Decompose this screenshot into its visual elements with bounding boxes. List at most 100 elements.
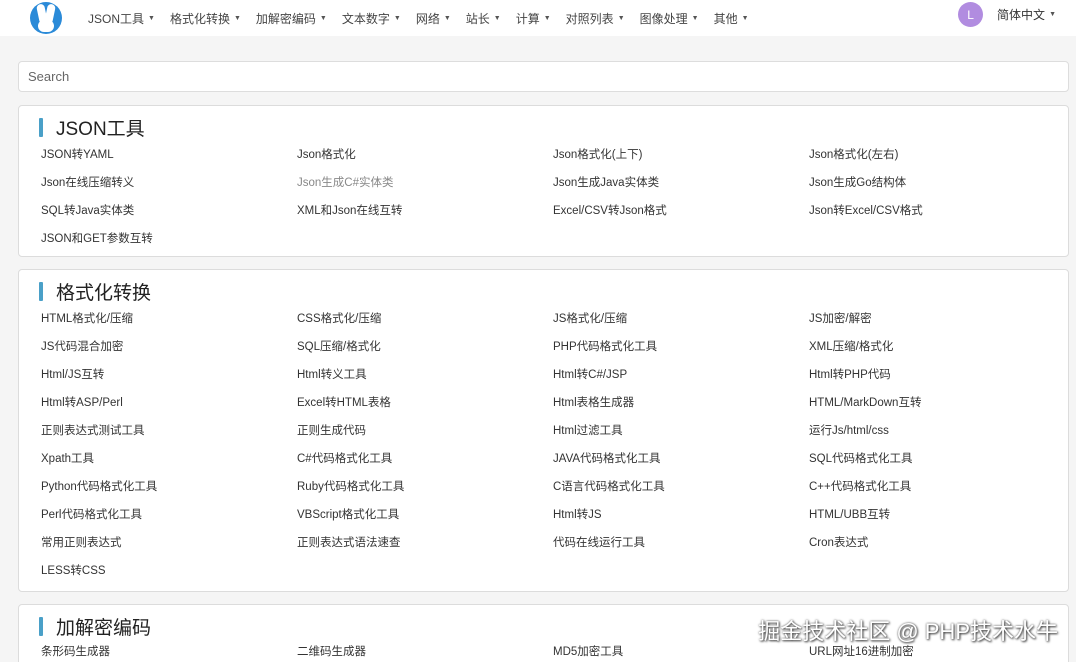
menu-other[interactable]: 其他 ▼ xyxy=(714,10,749,27)
caret-down-icon: ▼ xyxy=(1049,11,1056,18)
menu-json-tools[interactable]: JSON工具 ▼ xyxy=(88,10,155,27)
tool-link[interactable]: HTML/UBB互转 xyxy=(809,506,890,522)
tool-link[interactable]: HTML/MarkDown互转 xyxy=(809,394,921,410)
tool-link[interactable]: JSON和GET参数互转 xyxy=(41,230,153,246)
menu-network[interactable]: 网络 ▼ xyxy=(416,10,451,27)
section-title: JSON工具 xyxy=(39,114,145,141)
tool-link[interactable]: Python代码格式化工具 xyxy=(41,478,157,494)
tool-link[interactable]: Json生成C#实体类 xyxy=(297,174,394,190)
tool-link[interactable]: XML压缩/格式化 xyxy=(809,338,893,354)
tool-link[interactable]: Html转ASP/Perl xyxy=(41,394,123,410)
user-avatar[interactable]: L xyxy=(958,2,984,27)
tool-link[interactable]: Json格式化(上下) xyxy=(553,146,642,162)
menu-label: 其他 xyxy=(713,11,738,26)
tool-link[interactable]: MD5加密工具 xyxy=(553,643,623,659)
tool-link[interactable]: 条形码生成器 xyxy=(41,643,110,659)
language-label: 简体中文 xyxy=(997,8,1046,22)
title-accent-bar xyxy=(39,282,43,301)
tool-link[interactable]: Cron表达式 xyxy=(809,534,868,550)
tool-link[interactable]: 正则表达式测试工具 xyxy=(41,422,145,438)
menu-label: 计算 xyxy=(515,11,540,26)
tool-link[interactable]: HTML格式化/压缩 xyxy=(41,310,133,326)
tool-link[interactable]: Perl代码格式化工具 xyxy=(41,506,142,522)
tool-link[interactable]: C语言代码格式化工具 xyxy=(553,478,665,494)
tool-link[interactable]: Excel/CSV转Json格式 xyxy=(553,202,667,218)
tool-link[interactable]: Json生成Java实体类 xyxy=(553,174,659,190)
menu-label: 加解密编码 xyxy=(255,11,316,26)
tool-link[interactable]: Html转义工具 xyxy=(297,366,367,382)
caret-down-icon: ▼ xyxy=(617,14,625,22)
tool-link[interactable]: JAVA代码格式化工具 xyxy=(553,450,661,466)
menu-format-convert[interactable]: 格式化转换 ▼ xyxy=(170,10,241,27)
tool-link[interactable]: JS格式化/压缩 xyxy=(553,310,627,326)
site-logo[interactable] xyxy=(30,2,62,34)
tool-link[interactable]: 二维码生成器 xyxy=(297,643,366,659)
tool-link[interactable]: SQL压缩/格式化 xyxy=(297,338,381,354)
nav-right: L 简体中文 ▼ xyxy=(958,2,1056,27)
main-menu: JSON工具 ▼ 格式化转换 ▼ 加解密编码 ▼ 文本数字 ▼ 网络 ▼ 站长 ▼ 计算 ▼ … xyxy=(88,10,764,27)
tool-link[interactable]: 代码在线运行工具 xyxy=(553,534,645,550)
caret-down-icon: ▼ xyxy=(443,14,451,22)
tool-link[interactable]: Ruby代码格式化工具 xyxy=(297,478,404,494)
title-accent-bar xyxy=(39,617,43,636)
caret-down-icon: ▼ xyxy=(741,14,749,22)
section-title-text: 格式化转换 xyxy=(56,283,152,304)
tool-link[interactable]: Json在线压缩转义 xyxy=(41,174,134,190)
menu-label: 格式化转换 xyxy=(169,11,230,26)
tool-link[interactable]: XML和Json在线互转 xyxy=(297,202,402,218)
section-title: 格式化转换 xyxy=(39,278,151,305)
tool-link[interactable]: 运行Js/html/css xyxy=(809,422,889,438)
tool-link[interactable]: Excel转HTML表格 xyxy=(297,394,391,410)
menu-webmaster[interactable]: 站长 ▼ xyxy=(466,10,501,27)
section-json-tools: JSON工具 JSON转YAML Json格式化 Json格式化(上下) Jso… xyxy=(18,105,1069,257)
section-title: 加解密编码 xyxy=(39,613,151,640)
section-title-text: 加解密编码 xyxy=(56,618,152,639)
language-select[interactable]: 简体中文 ▼ xyxy=(997,6,1056,23)
caret-down-icon: ▼ xyxy=(233,14,241,22)
tool-link[interactable]: Html转PHP代码 xyxy=(809,366,891,382)
tool-link[interactable]: Html表格生成器 xyxy=(553,394,634,410)
watermark: 掘金技术社区 @ PHP技术水牛 xyxy=(758,619,1058,644)
tool-link[interactable]: LESS转CSS xyxy=(41,562,106,578)
search-wrapper xyxy=(18,61,1069,92)
menu-image-processing[interactable]: 图像处理 ▼ xyxy=(640,10,699,27)
tool-link[interactable]: 正则表达式语法速查 xyxy=(297,534,401,550)
menu-calculate[interactable]: 计算 ▼ xyxy=(516,10,551,27)
section-title-text: JSON工具 xyxy=(56,119,145,140)
tool-link[interactable]: Html/JS互转 xyxy=(41,366,104,382)
tool-link[interactable]: Html转JS xyxy=(553,506,602,522)
tool-link[interactable]: CSS格式化/压缩 xyxy=(297,310,381,326)
tool-link[interactable]: Xpath工具 xyxy=(41,450,94,466)
tool-link[interactable]: Json格式化 xyxy=(297,146,356,162)
menu-label: 对照列表 xyxy=(565,11,614,26)
title-accent-bar xyxy=(39,118,43,137)
menu-label: 网络 xyxy=(415,11,440,26)
tool-link[interactable]: VBScript格式化工具 xyxy=(297,506,399,522)
tool-link[interactable]: 正则生成代码 xyxy=(297,422,366,438)
menu-text-number[interactable]: 文本数字 ▼ xyxy=(342,10,401,27)
tool-link[interactable]: JSON转YAML xyxy=(41,146,114,162)
tool-link[interactable]: 常用正则表达式 xyxy=(41,534,122,550)
tool-link[interactable]: PHP代码格式化工具 xyxy=(553,338,657,354)
menu-label: 站长 xyxy=(465,11,490,26)
tool-link[interactable]: JS代码混合加密 xyxy=(41,338,123,354)
menu-label: 文本数字 xyxy=(341,11,390,26)
caret-down-icon: ▼ xyxy=(148,14,155,22)
caret-down-icon: ▼ xyxy=(543,14,551,22)
section-format-convert: 格式化转换 HTML格式化/压缩 CSS格式化/压缩 JS格式化/压缩 JS加密… xyxy=(18,269,1069,592)
tool-link[interactable]: Html转C#/JSP xyxy=(553,366,627,382)
tool-link[interactable]: Json生成Go结构体 xyxy=(809,174,906,190)
search-input[interactable] xyxy=(18,61,1069,92)
tool-link[interactable]: JS加密/解密 xyxy=(809,310,872,326)
tool-link[interactable]: C++代码格式化工具 xyxy=(809,478,911,494)
tool-link[interactable]: Json转Excel/CSV格式 xyxy=(809,202,923,218)
tool-link[interactable]: Json格式化(左右) xyxy=(809,146,898,162)
tool-link[interactable]: C#代码格式化工具 xyxy=(297,450,392,466)
tool-link[interactable]: SQL代码格式化工具 xyxy=(809,450,913,466)
caret-down-icon: ▼ xyxy=(393,14,401,22)
logo-face xyxy=(38,20,54,32)
menu-reference-list[interactable]: 对照列表 ▼ xyxy=(566,10,625,27)
tool-link[interactable]: SQL转Java实体类 xyxy=(41,202,134,218)
menu-encrypt-encode[interactable]: 加解密编码 ▼ xyxy=(256,10,327,27)
tool-link[interactable]: Html过滤工具 xyxy=(553,422,623,438)
